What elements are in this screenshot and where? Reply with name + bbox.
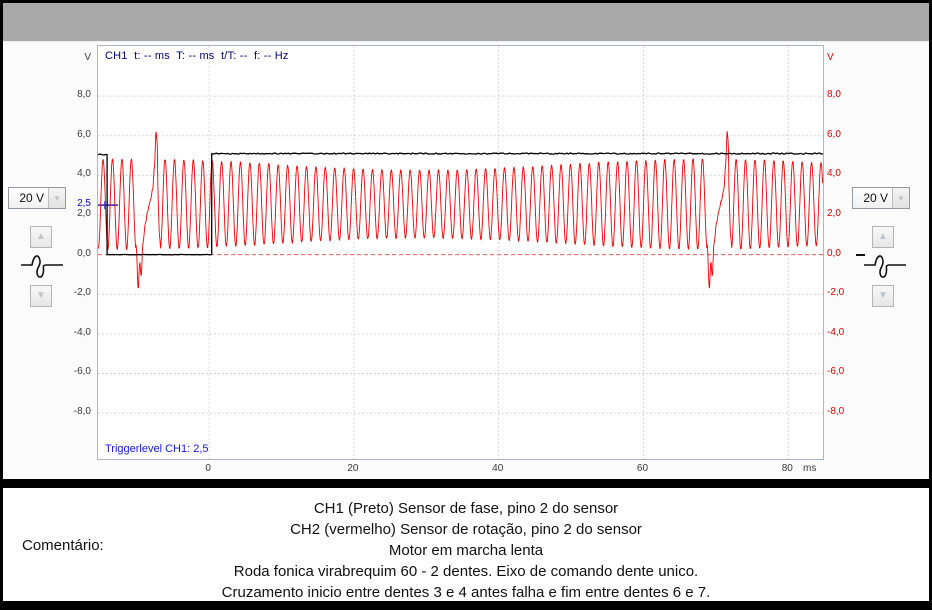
- y-tick-right: 4,0: [827, 168, 867, 179]
- ch2-range-select[interactable]: 20 V ▼: [852, 187, 910, 209]
- ch2-shift-down-button[interactable]: ▼: [872, 285, 894, 307]
- comment-section: Comentário: CH1 (Preto) Sensor de fase, …: [3, 488, 929, 601]
- y-tick-left: 8,0: [3, 89, 91, 100]
- ch1-range-select[interactable]: 20 V ▼: [8, 187, 66, 209]
- x-tick: 40: [483, 463, 513, 474]
- ch1-shift-up-button[interactable]: ▲: [30, 226, 52, 248]
- y-tick-right: 8,0: [827, 89, 867, 100]
- y-tick-left: -4,0: [3, 327, 91, 338]
- y-tick-right: -6,0: [827, 366, 867, 377]
- ch2-shift-up-button[interactable]: ▲: [872, 226, 894, 248]
- waveform-display: [98, 46, 823, 459]
- ch2-waveform-icon: [863, 251, 907, 281]
- oscilloscope-panel: CH1 t: -- ms T: -- ms t/T: -- f: -- Hz T…: [3, 42, 929, 479]
- y-tick-left: 2,0: [3, 208, 91, 219]
- y-tick-left: -8,0: [3, 406, 91, 417]
- x-tick: 60: [627, 463, 657, 474]
- measurement-readout: CH1 t: -- ms T: -- ms t/T: -- f: -- Hz: [105, 50, 289, 62]
- trigger-level-label: Triggerlevel CH1: 2,5: [105, 443, 209, 455]
- comment-line: Roda fonica virabrequim 60 - 2 dentes. E…: [3, 561, 929, 582]
- chevron-down-icon[interactable]: ▼: [892, 188, 909, 208]
- y-tick-left: 0,0: [3, 248, 91, 259]
- time-axis-unit: ms: [803, 463, 833, 474]
- ch2-range-value: 20 V: [853, 188, 892, 208]
- y-tick-right: -4,0: [827, 327, 867, 338]
- y-tick-left: 6,0: [3, 129, 91, 140]
- titlebar: [3, 3, 929, 42]
- y-tick-left: -2,0: [3, 287, 91, 298]
- y-tick-right: -2,0: [827, 287, 867, 298]
- y-tick-left: 4,0: [3, 168, 91, 179]
- y-tick-left: -6,0: [3, 366, 91, 377]
- right-axis-unit: V: [827, 52, 867, 63]
- chevron-down-icon[interactable]: ▼: [48, 188, 65, 208]
- x-tick: 0: [193, 463, 223, 474]
- left-axis-unit: V: [3, 52, 91, 63]
- y-tick-right: 0,0: [827, 248, 867, 259]
- comment-line: CH1 (Preto) Sensor de fase, pino 2 do se…: [3, 498, 929, 519]
- y-tick-right: 2,0: [827, 208, 867, 219]
- comment-line: CH2 (vermelho) Sensor de rotação, pino 2…: [3, 519, 929, 540]
- comment-line: Cruzamento inicio entre dentes 3 e 4 ant…: [3, 582, 929, 603]
- x-tick: 20: [338, 463, 368, 474]
- comment-text: CH1 (Preto) Sensor de fase, pino 2 do se…: [3, 498, 929, 603]
- x-tick: 80: [772, 463, 802, 474]
- y-tick-right: 6,0: [827, 129, 867, 140]
- ch1-range-value: 20 V: [9, 188, 48, 208]
- y-tick-right: -8,0: [827, 406, 867, 417]
- comment-line: Motor em marcha lenta: [3, 540, 929, 561]
- scope-plot-area: CH1 t: -- ms T: -- ms t/T: -- f: -- Hz T…: [97, 45, 824, 460]
